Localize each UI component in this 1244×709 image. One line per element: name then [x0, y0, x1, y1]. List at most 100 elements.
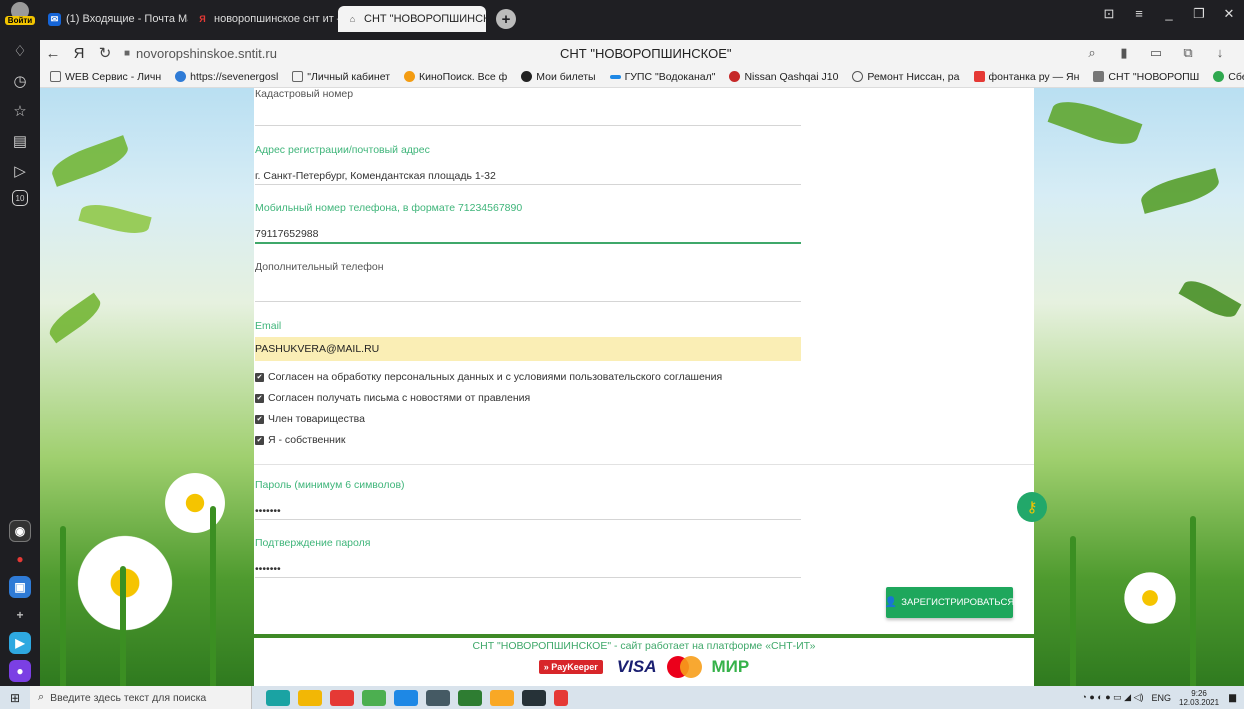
field-underline-active — [255, 242, 801, 244]
counter-icon[interactable]: 10 — [12, 190, 28, 206]
menu-icon[interactable]: ≡ — [1124, 6, 1154, 22]
register-button[interactable]: 👤 ЗАРЕГИСТРИРОВАТЬСЯ — [885, 587, 1014, 618]
bookmarks-bar: WEB Сервис - Личн https://sevenergosl "Л… — [40, 66, 1244, 88]
tab-list-icon[interactable]: ⊡ — [1094, 6, 1124, 22]
bell-icon[interactable]: ♢ — [9, 40, 31, 62]
notifications-icon[interactable]: ▆ — [1229, 692, 1236, 703]
bookmark-item[interactable]: WEB Сервис - Личн — [50, 71, 161, 83]
taskbar-search[interactable]: ⌕ Введите здесь текст для поиска — [30, 686, 252, 709]
field-underline — [255, 184, 801, 185]
checkbox-label: Согласен получать письма с новостями от … — [268, 392, 531, 404]
address-bar[interactable]: ■ novoropshinskoe.sntit.ru — [124, 46, 277, 61]
grass-decoration — [1190, 516, 1196, 686]
bookmark-item[interactable]: фонтанка ру — Ян — [973, 71, 1079, 83]
extensions-icon[interactable]: ⧉ — [1172, 45, 1204, 61]
taskbar-app-icon[interactable] — [522, 689, 546, 706]
folder-icon[interactable] — [298, 689, 322, 706]
member-checkbox[interactable]: ✔ Член товарищества — [255, 413, 365, 425]
yandex-browser-icon[interactable] — [554, 689, 568, 706]
site-icon: ⌂ — [349, 14, 356, 24]
password-confirm-field[interactable]: Подтверждение пароля ••••••• — [255, 537, 801, 579]
taskbar-app-icon[interactable] — [458, 689, 482, 706]
tab-mail[interactable]: ✉ (1) Входящие - Почта Mail — [40, 6, 188, 32]
page-icon — [50, 71, 61, 82]
reload-icon[interactable]: ↻ — [92, 44, 118, 62]
alice-icon[interactable]: ● — [9, 660, 31, 682]
windows-taskbar: ⊞ ⌕ Введите здесь текст для поиска ◔ ● ◐… — [0, 686, 1244, 709]
window-controls: ⊡ ≡ _ ❐ ✕ — [1094, 6, 1244, 22]
checkbox-label: Член товарищества — [268, 413, 365, 425]
bookmark-item[interactable]: Ремонт Ниссан, ра — [852, 71, 960, 83]
address-field[interactable]: Адрес регистрации/почтовый адрес г. Санк… — [255, 144, 801, 186]
map-pin-icon[interactable]: ● — [9, 548, 31, 570]
checkbox-label: Согласен на обработку персональных данны… — [268, 371, 723, 383]
search-icon: ⌕ — [38, 691, 45, 703]
taskbar-apps — [266, 689, 576, 706]
battery-icon[interactable]: ▭ — [1140, 45, 1172, 61]
history-icon[interactable]: ◷ — [9, 70, 31, 92]
chrome-icon[interactable] — [330, 689, 354, 706]
email-input[interactable]: PASHUKVERA@MAIL.RU — [255, 337, 801, 361]
checkmark-icon[interactable]: ✔ — [255, 372, 264, 382]
login-avatar[interactable]: Войти — [4, 2, 36, 32]
newsletter-checkbox[interactable]: ✔ Согласен получать письма с новостями о… — [255, 392, 530, 404]
new-tab-button[interactable]: + — [496, 9, 516, 29]
bookmark-item[interactable]: СНТ "НОВОРОПШ — [1093, 71, 1199, 83]
address-bar-row: ← Я ↻ ■ novoropshinskoe.sntit.ru СНТ "НО… — [40, 40, 1244, 66]
checkmark-icon[interactable]: ✔ — [255, 393, 264, 403]
tray-icons[interactable]: ◔ ● ◐ ● ▭ ◢ ◁) — [1081, 692, 1143, 703]
download-icon[interactable]: ↓ — [1204, 45, 1236, 61]
search-icon[interactable]: ⌕ — [1076, 45, 1108, 61]
add-app-icon[interactable]: + — [9, 604, 31, 626]
back-icon[interactable]: ← — [40, 45, 66, 62]
language-indicator[interactable]: ENG — [1152, 693, 1172, 703]
bookmark-item[interactable]: КиноПоиск. Все ф — [404, 71, 507, 83]
extra-phone-field[interactable]: Дополнительный телефон — [255, 261, 801, 302]
owner-checkbox[interactable]: ✔ Я - собственник — [255, 434, 345, 446]
taskbar-app-icon[interactable] — [266, 689, 290, 706]
taskbar-app-icon[interactable] — [490, 689, 514, 706]
system-tray: ◔ ● ◐ ● ▭ ◢ ◁) ENG 9:26 12.03.2021 ▆ — [1081, 689, 1236, 707]
tab-label: новоропшинское снт ит — — [214, 13, 338, 25]
restore-icon[interactable]: ❐ — [1184, 6, 1214, 22]
close-window-icon[interactable]: ✕ — [1214, 6, 1244, 22]
footer-text[interactable]: СНТ "НОВОРОПШИНСКОЕ" - сайт работает на … — [254, 640, 1034, 652]
excel-icon[interactable] — [362, 689, 386, 706]
globe-icon — [175, 71, 187, 82]
cadastral-field[interactable]: Кадастровый номер — [255, 88, 801, 126]
page-viewport[interactable]: Кадастровый номер Адрес регистрации/почт… — [40, 88, 1244, 686]
word-icon[interactable] — [394, 689, 418, 706]
bookmark-item[interactable]: https://sevenergosl — [175, 71, 278, 83]
page-icon — [292, 71, 304, 82]
bookmark-icon[interactable]: ▮ — [1108, 45, 1140, 61]
yandex-home-icon[interactable]: Я — [66, 45, 92, 62]
tab-snt[interactable]: ⌂ СНТ "НОВОРОПШИНСК ✕ — [338, 6, 486, 32]
mir-logo: МИР — [711, 657, 750, 676]
taskbar-app-icon[interactable] — [426, 689, 450, 706]
password-field[interactable]: Пароль (минимум 6 символов) ••••••• — [255, 479, 801, 521]
send-app-icon[interactable]: ▶ — [9, 632, 31, 654]
bookmark-item[interactable]: Сберб — [1213, 71, 1244, 83]
consent-checkbox[interactable]: ✔ Согласен на обработку персональных дан… — [255, 371, 722, 383]
star-icon[interactable]: ☆ — [9, 100, 31, 122]
minimize-icon[interactable]: _ — [1154, 6, 1184, 22]
tab-yandex-search[interactable]: Я новоропшинское снт ит — — [188, 6, 338, 32]
checkmark-icon[interactable]: ✔ — [255, 435, 264, 445]
key-icon[interactable]: ⚷ — [1017, 492, 1047, 522]
bookmark-item[interactable]: Nissan Qashqai J10 — [729, 71, 838, 83]
mobile-field[interactable]: Мобильный номер телефона, в формате 7123… — [255, 202, 801, 244]
notes-icon[interactable]: ▤ — [9, 130, 31, 152]
windows-start-icon[interactable]: ⊞ — [0, 691, 30, 705]
camera-app-icon[interactable]: ◉ — [9, 520, 31, 542]
market-app-icon[interactable]: ▣ — [9, 576, 31, 598]
email-field[interactable]: Email PASHUKVERA@MAIL.RU — [255, 320, 801, 361]
bookmark-item[interactable]: ГУПС "Водоканал" — [609, 71, 715, 83]
clock-date: 12.03.2021 — [1179, 697, 1220, 707]
clock[interactable]: 9:26 12.03.2021 — [1179, 689, 1219, 707]
lock-icon: ■ — [124, 47, 131, 59]
play-icon[interactable]: ▷ — [9, 160, 31, 182]
field-label: Кадастровый номер — [255, 88, 354, 100]
bookmark-item[interactable]: "Личный кабинет — [292, 71, 390, 83]
checkmark-icon[interactable]: ✔ — [255, 414, 264, 424]
bookmark-item[interactable]: Мои билеты — [521, 71, 596, 83]
